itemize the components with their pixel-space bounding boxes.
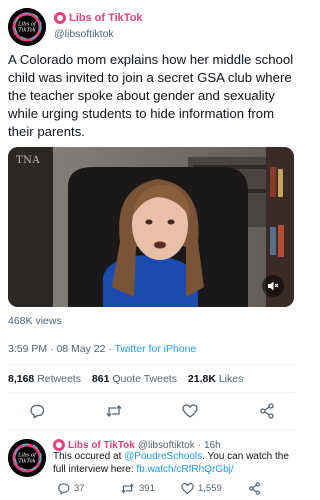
- video-url-link[interactable]: fb.watch/cRfRhQrGbj/: [136, 464, 233, 475]
- reply-icon: [58, 483, 70, 495]
- divider: [8, 429, 295, 430]
- like-icon: [182, 404, 198, 418]
- libs-of-tiktok-logo-icon: Libs of TikTok: [8, 8, 46, 46]
- quotes-label: Quote Tweets: [112, 373, 177, 385]
- reply-text-start: This occured at: [53, 451, 125, 462]
- video-player[interactable]: TNA: [8, 147, 294, 307]
- reply-actions: 37 391 1,559: [53, 482, 298, 496]
- retweet-button[interactable]: [105, 402, 123, 420]
- view-count: 468K views: [8, 315, 62, 327]
- libs-of-tiktok-logo-icon: Libs of TikTok: [8, 439, 46, 477]
- share-button[interactable]: [258, 402, 276, 420]
- quotes-stat[interactable]: 861 Quote Tweets: [92, 373, 177, 385]
- reply-header: Libs of TikTok @libsoftiktok · 16h: [53, 439, 221, 451]
- video-watermark: TNA: [16, 155, 41, 166]
- reply-icon: [30, 404, 45, 419]
- likes-stat[interactable]: 21.8K Likes: [188, 373, 243, 385]
- like-icon: [181, 483, 194, 495]
- meta-separator-2: ·: [108, 343, 112, 355]
- tweet-source-link[interactable]: Twitter for iPhone: [115, 343, 197, 355]
- volume-muted-icon: [268, 281, 279, 291]
- divider: [8, 392, 295, 393]
- tweet-text: A Colorado mom explains how her middle s…: [8, 52, 294, 139]
- video-frame: [8, 147, 294, 307]
- avatar[interactable]: Libs of TikTok: [8, 8, 46, 46]
- reply-avatar[interactable]: Libs of TikTok: [8, 439, 46, 477]
- quotes-count: 861: [91, 373, 110, 385]
- reply-button[interactable]: [28, 402, 46, 420]
- tweet-time[interactable]: 3:59 PM: [8, 343, 47, 355]
- tweet-actions: [8, 398, 295, 424]
- reply-handle[interactable]: @libsoftiktok: [138, 440, 195, 451]
- reply-reply-button[interactable]: 37: [57, 482, 85, 495]
- reply-dot: ·: [197, 439, 202, 451]
- mention-link[interactable]: @PoudreSchools: [124, 451, 202, 462]
- share-icon: [260, 403, 274, 419]
- svg-text:TikTok: TikTok: [18, 28, 36, 34]
- reply-reply-count: 37: [74, 483, 85, 494]
- reply-like-button[interactable]: 1,559: [181, 482, 222, 495]
- meta-separator: ·: [50, 343, 54, 355]
- account-badge-icon: [53, 439, 65, 451]
- reply-retweet-button[interactable]: 391: [120, 482, 155, 495]
- svg-text:TikTok: TikTok: [18, 459, 36, 465]
- reply-time[interactable]: 16h: [204, 440, 221, 451]
- reply-retweet-count: 391: [139, 483, 155, 494]
- tweet-header: Libs of TikTok Libs of TikTok @libsoftik…: [8, 8, 298, 46]
- retweets-stat[interactable]: 8,168 Retweets: [8, 373, 81, 385]
- likes-count: 21.8K: [187, 373, 216, 385]
- tweet-meta: 3:59 PM · 08 May 22 · Twitter for iPhone: [8, 343, 196, 355]
- tweet-date[interactable]: 08 May 22: [56, 343, 105, 355]
- share-icon: [249, 482, 260, 495]
- author-display-name[interactable]: Libs of TikTok: [69, 12, 143, 24]
- likes-label: Likes: [218, 373, 244, 385]
- mute-button[interactable]: [262, 275, 284, 297]
- reply-share-button[interactable]: [248, 482, 261, 495]
- account-badge-icon: [54, 12, 66, 24]
- author-handle[interactable]: @libsoftiktok: [54, 28, 114, 40]
- divider: [8, 364, 295, 365]
- retweet-icon: [106, 405, 122, 417]
- retweets-label: Retweets: [37, 373, 81, 385]
- retweet-icon: [121, 483, 134, 494]
- engagement-stats: 8,168 Retweets 861 Quote Tweets 21.8K Li…: [8, 373, 243, 385]
- retweets-count: 8,168: [8, 373, 35, 385]
- author-name-row[interactable]: Libs of TikTok: [54, 12, 143, 24]
- like-button[interactable]: [181, 402, 199, 420]
- reply-text: This occured at @PoudreSchools. You can …: [53, 451, 298, 476]
- reply-like-count: 1,559: [198, 483, 222, 494]
- reply-display-name[interactable]: Libs of TikTok: [68, 440, 135, 451]
